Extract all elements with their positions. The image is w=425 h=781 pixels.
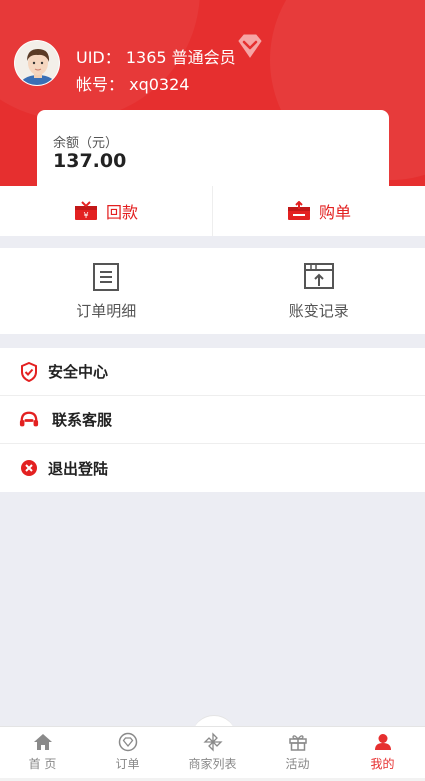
order-diamond-icon xyxy=(118,732,138,752)
uid-label: UID： xyxy=(76,48,121,67)
tab-mine[interactable]: 我的 xyxy=(340,727,425,781)
account-change-label: 账变记录 xyxy=(288,302,349,320)
uid-line: UID： 1365 普通会员 xyxy=(76,44,236,68)
shield-icon xyxy=(19,361,39,382)
close-circle-icon xyxy=(19,458,39,478)
tab-merchants[interactable]: 商家列表 xyxy=(170,727,255,781)
menu-item-logout-label: 退出登陆 xyxy=(48,459,109,478)
balance-label: 余额（元） xyxy=(53,136,119,151)
account-line: 帐号： xq0324 xyxy=(76,71,189,95)
balance-amount: 137.00 xyxy=(53,150,127,172)
avatar[interactable] xyxy=(14,40,60,86)
repay-label: 回款 xyxy=(105,203,138,222)
order-list-icon xyxy=(93,263,120,291)
order-detail-entry[interactable]: 订单明细 xyxy=(0,248,213,334)
menu-item-support[interactable]: 联系客服 xyxy=(0,396,425,444)
buy-order-icon xyxy=(287,201,310,220)
feature-row: 订单明细 账变记录 xyxy=(0,248,425,334)
tab-merchants-label: 商家列表 xyxy=(188,757,237,771)
bottom-tab-bar: 首 页 订单 商家列表 活动 我的 xyxy=(0,726,425,781)
account-record-icon xyxy=(303,263,334,289)
order-detail-label: 订单明细 xyxy=(76,302,137,320)
tab-activity-label: 活动 xyxy=(285,757,310,771)
action-row: ¥ 回款 购单 xyxy=(0,186,425,236)
menu-item-security-label: 安全中心 xyxy=(48,363,109,381)
headset-icon xyxy=(19,410,39,430)
pinwheel-icon xyxy=(202,732,223,752)
svg-text:¥: ¥ xyxy=(83,211,88,220)
menu-item-support-label: 联系客服 xyxy=(52,411,113,429)
repay-icon: ¥ xyxy=(74,201,97,220)
repay-button[interactable]: ¥ 回款 xyxy=(0,186,212,236)
tab-orders-label: 订单 xyxy=(115,757,140,771)
account-value: xq0324 xyxy=(129,75,190,94)
tab-orders[interactable]: 订单 xyxy=(85,727,170,781)
tab-home-label: 首 页 xyxy=(28,757,57,771)
gift-icon xyxy=(288,732,308,752)
tab-activity[interactable]: 活动 xyxy=(255,727,340,781)
account-change-entry[interactable]: 账变记录 xyxy=(213,248,425,334)
settings-menu: 安全中心 联系客服 退出登陆 xyxy=(0,348,425,492)
member-level: 普通会员 xyxy=(171,48,236,67)
menu-item-logout[interactable]: 退出登陆 xyxy=(0,444,425,492)
balance-card: 余额（元） 137.00 xyxy=(37,110,389,192)
uid-value: 1365 xyxy=(125,48,167,67)
buy-order-label: 购单 xyxy=(318,203,351,222)
account-label: 帐号： xyxy=(76,75,125,94)
menu-item-security[interactable]: 安全中心 xyxy=(0,348,425,396)
tab-home[interactable]: 首 页 xyxy=(0,727,85,781)
buy-order-button[interactable]: 购单 xyxy=(212,186,425,236)
home-icon xyxy=(33,732,53,752)
tab-mine-label: 我的 xyxy=(370,757,395,771)
user-icon xyxy=(374,732,392,752)
vip-diamond-icon xyxy=(238,34,262,58)
